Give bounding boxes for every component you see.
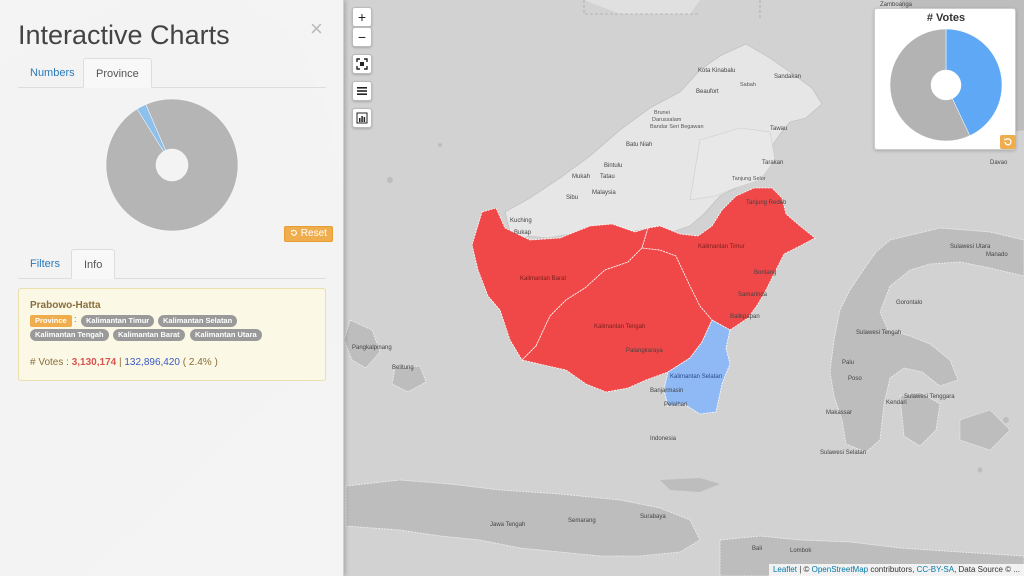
- candidate-name: Prabowo-Hatta: [30, 300, 101, 311]
- map-label: Palu: [842, 360, 855, 366]
- votes-summary: # Votes : 3,130,174 | 132,896,420 ( 2.4%…: [30, 357, 218, 368]
- zoom-in-button[interactable]: +: [352, 7, 372, 27]
- province-pie-chart[interactable]: [104, 97, 240, 233]
- province-badge[interactable]: Kalimantan Selatan: [158, 315, 238, 327]
- map-label: Kalimantan Barat: [520, 276, 567, 282]
- map-label: Tanjung Redeb: [746, 200, 787, 206]
- bar-chart-icon: [356, 112, 368, 124]
- map-label: Poso: [848, 376, 862, 382]
- map-label: Kendari: [886, 400, 907, 406]
- votes-chart-card: # Votes: [874, 8, 1016, 150]
- map-label: Tarakan: [762, 160, 784, 166]
- map-label: Semarang: [568, 518, 596, 524]
- pie-slice[interactable]: [105, 98, 239, 232]
- map-label: Lombok: [790, 548, 812, 554]
- map-label: Palangkaraya: [626, 348, 663, 354]
- charts-toggle-button[interactable]: [352, 108, 372, 128]
- zoom-out-button[interactable]: −: [352, 27, 372, 47]
- attribution-text: contributors,: [868, 565, 917, 574]
- map-label: Malaysia: [592, 190, 616, 196]
- map-label: Sandakan: [774, 74, 802, 80]
- map-label: Kuching: [510, 218, 532, 224]
- map-label: Bukap: [514, 230, 532, 236]
- map-label: Bandar Seri Begawan: [650, 124, 704, 130]
- refresh-icon: [290, 229, 297, 236]
- map-label: Davao: [990, 160, 1008, 166]
- map-label: Tatau: [600, 174, 615, 180]
- map-label: Indonesia: [650, 436, 677, 442]
- bottom-tab-bar: Filters Info: [18, 249, 326, 279]
- tab-numbers[interactable]: Numbers: [18, 58, 87, 88]
- charts-panel: Interactive Charts × Numbers Province Re…: [0, 0, 344, 576]
- reset-label: Reset: [300, 228, 327, 239]
- map-label: Brunei: [654, 110, 670, 116]
- attribution-text: | ©: [796, 565, 812, 574]
- refresh-icon: [1004, 138, 1012, 146]
- tab-filters[interactable]: Filters: [18, 249, 72, 279]
- license-link[interactable]: CC-BY-SA: [917, 565, 955, 574]
- map-label: Sulawesi Utara: [950, 244, 991, 250]
- map-label: Manado: [986, 252, 1008, 258]
- tab-province[interactable]: Province: [83, 58, 152, 88]
- province-badge[interactable]: Kalimantan Tengah: [30, 329, 109, 341]
- map-label: Sulawesi Tengah: [856, 330, 902, 336]
- map-label: Balikpapan: [730, 314, 760, 320]
- filter-label-badge: Province: [30, 315, 72, 327]
- votes-reset-button[interactable]: [1000, 135, 1016, 149]
- votes-pie-chart[interactable]: [888, 27, 1004, 143]
- map-label: Pelaihari: [664, 402, 688, 408]
- votes-separator: |: [118, 357, 122, 368]
- province-badge[interactable]: Kalimantan Timur: [81, 315, 155, 327]
- map-label: Sulawesi Selatan: [820, 450, 867, 456]
- attribution-text: , Data Source © ...: [954, 565, 1020, 574]
- reset-button[interactable]: Reset: [284, 226, 333, 242]
- map-label: Tawau: [770, 126, 788, 132]
- fullscreen-icon: [356, 58, 368, 70]
- map-label: Sabah: [740, 82, 756, 88]
- leaflet-link[interactable]: Leaflet: [773, 565, 797, 574]
- info-box: Prabowo-Hatta Province : Kalimantan Timu…: [18, 288, 326, 381]
- map-label: Surabaya: [640, 514, 666, 520]
- province-badge[interactable]: Kalimantan Barat: [113, 329, 185, 341]
- map-label: Bintulu: [604, 163, 623, 169]
- hamburger-icon: [357, 87, 367, 95]
- votes-label: # Votes :: [30, 357, 69, 368]
- map-label: Belitung: [392, 365, 414, 371]
- province-badge[interactable]: Kalimantan Utara: [190, 329, 262, 341]
- map-label: Kalimantan Selatan: [670, 374, 723, 380]
- map-label: Gorontalo: [896, 300, 923, 306]
- layers-menu-button[interactable]: [352, 81, 372, 101]
- close-icon[interactable]: ×: [310, 16, 323, 42]
- map-label: Jawa Tengah: [490, 522, 526, 528]
- tab-info[interactable]: Info: [71, 249, 116, 279]
- votes-selected: 3,130,174: [71, 357, 117, 368]
- map-label: Sulawesi Tenggara: [904, 394, 955, 400]
- votes-percent: ( 2.4% ): [182, 357, 218, 368]
- top-tab-bar: Numbers Province: [18, 58, 326, 88]
- votes-total: 132,896,420: [124, 357, 180, 368]
- filter-separator: :: [74, 314, 77, 324]
- map-label: Beaufort: [696, 89, 719, 95]
- map-label: Banjarmasin: [650, 388, 684, 394]
- votes-chart-title: # Votes: [926, 12, 966, 24]
- map-label: Kalimantan Timur: [698, 244, 745, 250]
- map-label: Kalimantan Tengah: [594, 324, 646, 330]
- fullscreen-button[interactable]: [352, 54, 372, 74]
- map-label: Kota Kinabalu: [698, 68, 736, 74]
- map-label: Tanjung Selor: [732, 176, 766, 182]
- map-label: Mukah: [572, 174, 591, 180]
- panel-title: Interactive Charts: [18, 20, 230, 50]
- map-label: Makassar: [826, 410, 853, 416]
- map-label: Bali: [752, 546, 763, 552]
- map-label: Batu Niah: [626, 142, 653, 148]
- map-attribution: Leaflet | © OpenStreetMap contributors, …: [768, 564, 1024, 576]
- map-label: Darussalam: [652, 117, 682, 123]
- map-label: Samarinda: [738, 292, 768, 298]
- osm-link[interactable]: OpenStreetMap: [812, 565, 868, 574]
- map-label: Bontang: [754, 270, 777, 276]
- map-label: Sibu: [566, 195, 579, 201]
- map-label: Pangkalpinang: [352, 345, 392, 351]
